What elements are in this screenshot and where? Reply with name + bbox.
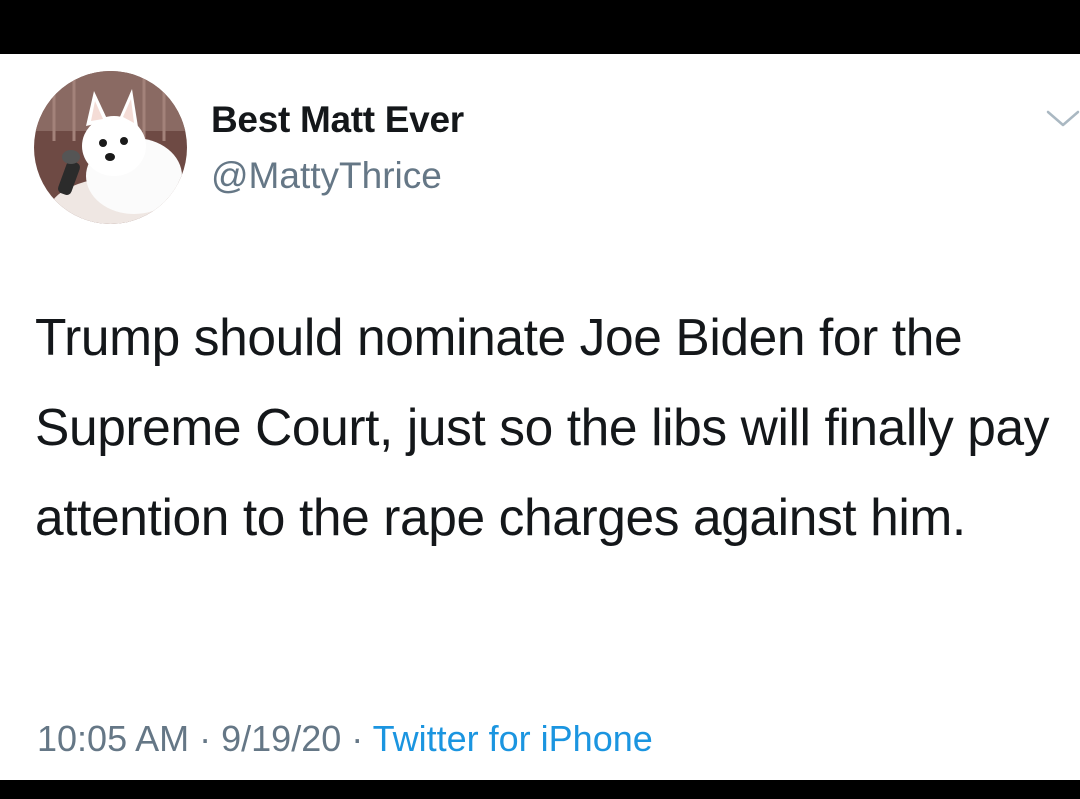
author-display-name[interactable]: Best Matt Ever — [211, 99, 464, 141]
chevron-down-icon[interactable] — [1046, 106, 1080, 130]
author-handle[interactable]: @MattyThrice — [211, 155, 442, 197]
avatar[interactable] — [34, 71, 187, 224]
tweet-date[interactable]: 9/19/20 — [221, 718, 341, 759]
tweet-card: Best Matt Ever @MattyThrice Trump should… — [0, 54, 1080, 780]
screenshot-frame: Best Matt Ever @MattyThrice Trump should… — [0, 0, 1080, 799]
meta-separator: · — [351, 718, 364, 759]
tweet-text: Trump should nominate Joe Biden for the … — [35, 308, 1050, 546]
meta-separator: · — [199, 718, 212, 759]
tweet-source-link[interactable]: Twitter for iPhone — [373, 718, 653, 759]
white-dog-avatar-icon — [34, 71, 187, 224]
tweet-time[interactable]: 10:05 AM — [37, 718, 189, 759]
tweet-meta: 10:05 AM · 9/19/20 · Twitter for iPhone — [37, 718, 653, 760]
